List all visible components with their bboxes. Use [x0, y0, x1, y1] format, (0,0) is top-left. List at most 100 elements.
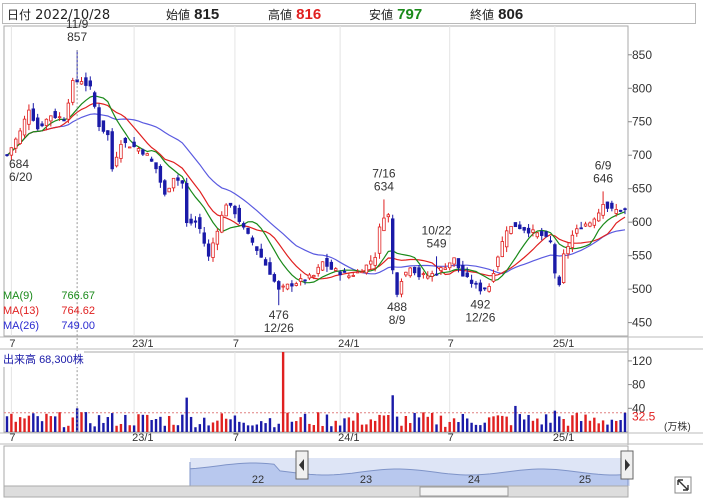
volume-bar	[466, 418, 469, 432]
volume-bar	[382, 415, 386, 432]
volume-bar	[606, 424, 609, 432]
volume-bar	[62, 427, 66, 432]
navigator-label: 22	[252, 474, 264, 486]
candle-body	[193, 220, 198, 223]
candle-body	[557, 276, 561, 286]
candle-body	[623, 208, 627, 211]
volume-bar	[553, 410, 557, 432]
candle-body	[399, 281, 404, 295]
volume-bar	[27, 415, 31, 432]
candle-body	[439, 267, 443, 271]
volume-bar	[89, 423, 92, 432]
candle-body	[456, 258, 461, 269]
price-tick-label: 600	[632, 215, 652, 229]
candle-body	[491, 272, 496, 282]
volume-bar	[207, 425, 210, 432]
volume-bar	[216, 420, 219, 432]
volume-bar	[549, 422, 552, 432]
volume-bar	[260, 421, 263, 432]
volume-bar	[167, 415, 171, 432]
candle-body	[474, 282, 478, 285]
volume-bar	[404, 415, 408, 432]
price-tick-label: 850	[632, 48, 652, 62]
candle-body	[5, 154, 9, 157]
candle-body	[548, 240, 553, 243]
volume-bar	[163, 425, 166, 432]
candle-body	[62, 119, 66, 122]
volume-bar	[413, 412, 416, 432]
volume-bar	[461, 413, 465, 432]
volume-bar	[483, 422, 486, 432]
volume-bar	[189, 416, 193, 432]
candle-body	[176, 177, 180, 181]
volume-bar	[391, 395, 394, 432]
volume-bar	[220, 413, 223, 432]
candle-body	[101, 120, 106, 132]
volume-bar	[338, 425, 342, 432]
candle-body	[417, 267, 421, 278]
volume-bar	[444, 426, 447, 432]
candle-body	[44, 118, 49, 126]
volume-bar	[601, 420, 605, 432]
candle-body	[351, 275, 355, 277]
candle-body	[338, 271, 342, 276]
expand-icon[interactable]	[674, 476, 692, 494]
volume-bar	[49, 416, 53, 432]
candle-body	[347, 275, 351, 278]
ma13-legend: MA(13) 764.62	[3, 305, 95, 317]
candle-body	[233, 205, 237, 215]
volume-bar	[295, 421, 298, 432]
volume-bar	[172, 424, 175, 432]
volume-bar	[619, 420, 622, 432]
candle-body	[79, 81, 84, 85]
volume-bar	[124, 414, 127, 432]
volume-bar	[566, 425, 570, 432]
volume-bar	[395, 416, 399, 432]
volume-date-label: 24/1	[338, 432, 359, 444]
candle-body	[583, 223, 588, 227]
candle-body	[601, 203, 605, 216]
volume-bar	[194, 427, 197, 432]
candle-body	[185, 182, 189, 224]
volume-bar	[251, 425, 254, 432]
candle-body	[57, 116, 62, 119]
stock-chart[interactable]: 7 7 23/1 23/1 7 7 24/1 24/1 7 7 25/1 25/1 450 500 550 6…	[0, 0, 703, 502]
candle-body	[97, 107, 101, 128]
volume-bar	[32, 413, 35, 432]
candle-body	[285, 283, 290, 290]
ma13-value: 764.62	[61, 305, 95, 317]
candle-body	[535, 232, 540, 238]
price-panel	[3, 25, 629, 337]
volume-bar	[102, 422, 105, 432]
volume-date-label: 7	[448, 432, 454, 444]
candle-body	[531, 229, 535, 233]
volume-bar	[106, 417, 110, 432]
date-label: 23/1	[132, 338, 153, 350]
candle-body	[614, 209, 618, 214]
candle-body	[255, 246, 259, 251]
candle-body	[430, 273, 434, 277]
volume-bar	[308, 423, 311, 432]
candle-body	[307, 274, 312, 279]
candle-body	[329, 261, 334, 270]
volume-bar	[119, 423, 123, 432]
annotation-price: 857	[67, 30, 87, 44]
candle-body	[478, 282, 483, 292]
candle-body	[277, 281, 281, 290]
volume-bar	[588, 420, 592, 432]
volume-bar	[137, 414, 140, 432]
volume-bar	[558, 416, 561, 432]
volume-bar	[224, 418, 228, 432]
candle-body	[421, 273, 426, 276]
candle-body	[290, 283, 294, 287]
candle-body	[483, 287, 487, 290]
candle-body	[496, 256, 500, 267]
volume-bar	[527, 414, 530, 432]
volume-bar	[487, 417, 491, 432]
candle-body	[14, 138, 18, 149]
candle-body	[575, 228, 579, 234]
volume-bar	[422, 412, 425, 432]
candle-body	[588, 222, 592, 227]
ma9-label: MA(9)	[3, 290, 33, 302]
candle-body	[469, 279, 474, 284]
